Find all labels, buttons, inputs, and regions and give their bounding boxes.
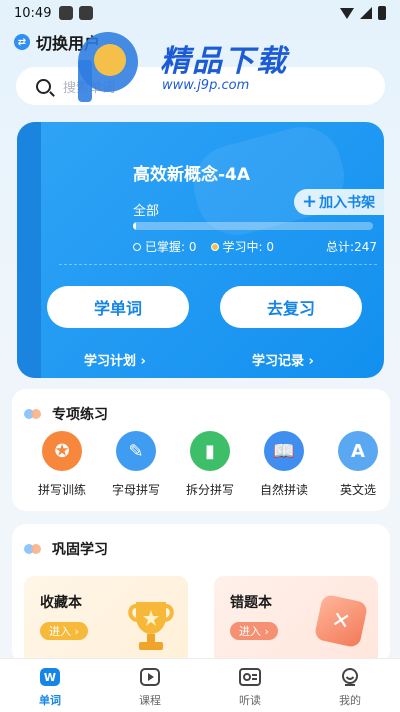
- nav-item-label: 课程: [139, 694, 161, 707]
- practice-item[interactable]: ✎ 字母拼写: [96, 431, 176, 498]
- progress-stats: 已掌握: 0 学习中: 0 总计:247: [133, 238, 377, 255]
- review-button[interactable]: 去复习: [220, 286, 362, 328]
- favorites-title: 收藏本: [40, 595, 82, 611]
- practice-section-title: 专项练习: [24, 404, 108, 424]
- watermark-title: 精品下载: [160, 44, 288, 79]
- scope-label: 全部: [133, 204, 160, 219]
- consolidate-title-text: 巩固学习: [52, 542, 108, 558]
- practice-item[interactable]: 📖 自然拼读: [244, 431, 324, 498]
- study-plan-link[interactable]: 学习计划 ›: [84, 350, 146, 369]
- progress-bar: [133, 222, 373, 230]
- total-count: 总计:247: [326, 240, 377, 254]
- section-dots-icon: [24, 409, 42, 419]
- wrong-x-icon: ✕: [313, 593, 369, 649]
- add-to-shelf-button[interactable]: + 加入书架: [294, 189, 384, 215]
- smile-icon: [339, 667, 361, 687]
- signal-icon: [360, 7, 372, 19]
- practice-item-label: 拼写训练: [37, 483, 86, 497]
- open-book-icon: 📖: [264, 431, 304, 471]
- nav-item-label: 单词: [39, 694, 61, 707]
- practice-item[interactable]: ▮ 拆分拼写: [170, 431, 250, 498]
- practice-section: 专项练习 ✪ 拼写训练 ✎ 字母拼写 ▮ 拆分拼写 📖 自然拼读 A 英文选: [12, 389, 390, 511]
- learning-count: 学习中: 0: [222, 240, 275, 254]
- battery-icon: [378, 6, 386, 20]
- practice-title-text: 专项练习: [52, 407, 108, 423]
- practice-item-label: 字母拼写: [111, 483, 160, 497]
- practice-item-label: 英文选: [339, 483, 376, 497]
- book-spine: [17, 122, 41, 378]
- svg-text:W: W: [44, 671, 56, 684]
- favorites-card[interactable]: 收藏本 进入 ›: [24, 576, 188, 664]
- practice-item-label: 拆分拼写: [185, 483, 234, 497]
- plus-icon: +: [302, 191, 318, 212]
- practice-item-label: 自然拼读: [259, 483, 308, 497]
- trophy-icon: [128, 602, 174, 650]
- mistakes-enter-button[interactable]: 进入 ›: [230, 622, 278, 640]
- learn-words-button[interactable]: 学单词: [47, 286, 189, 328]
- learning-dot-icon: [210, 242, 219, 251]
- user-switch-icon: ⇄: [14, 34, 30, 50]
- headphone-card-icon: [239, 667, 261, 687]
- nav-item-3[interactable]: 我的: [300, 659, 400, 712]
- section-dots-icon: [24, 544, 42, 554]
- letter-a-icon: A: [338, 431, 378, 471]
- status-time: 10:49: [14, 5, 52, 21]
- divider: [59, 264, 377, 265]
- medal-icon: ✪: [42, 431, 82, 471]
- book-title: 高效新概念-4A: [133, 165, 251, 185]
- notification-icon: [59, 6, 74, 20]
- nav-item-1[interactable]: 课程: [100, 659, 200, 712]
- play-icon: [139, 667, 161, 687]
- wifi-icon: [340, 7, 354, 19]
- watermark-logo: 精品下载 www.j9p.com: [68, 26, 328, 106]
- practice-item[interactable]: ✪ 拼写训练: [22, 431, 102, 498]
- watermark-url: www.j9p.com: [162, 78, 250, 93]
- mastered-count: 已掌握: 0: [145, 240, 197, 254]
- consolidate-section: 巩固学习 收藏本 进入 › 错题本 进入 › ✕: [12, 524, 390, 664]
- practice-items: ✪ 拼写训练 ✎ 字母拼写 ▮ 拆分拼写 📖 自然拼读 A 英文选: [12, 431, 390, 501]
- nav-item-0[interactable]: W 单词: [0, 659, 100, 712]
- consolidate-section-title: 巩固学习: [24, 539, 108, 559]
- study-record-link[interactable]: 学习记录 ›: [252, 350, 314, 369]
- mistakes-card[interactable]: 错题本 进入 › ✕: [214, 576, 378, 664]
- nav-item-label: 听读: [239, 694, 261, 707]
- search-icon: [36, 78, 51, 94]
- note-icon: ✎: [116, 431, 156, 471]
- notification-icon: [79, 6, 94, 20]
- practice-item[interactable]: A 英文选: [318, 431, 390, 498]
- current-book-card: 高效新概念-4A + 加入书架 全部 已掌握: 0 学习中: 0 总计:247 …: [17, 122, 384, 378]
- split-book-icon: ▮: [190, 431, 230, 471]
- nav-item-label: 我的: [339, 694, 361, 707]
- nav-item-2[interactable]: 听读: [200, 659, 300, 712]
- mastered-dot-icon: [133, 242, 141, 251]
- add-to-shelf-label: 加入书架: [319, 195, 376, 211]
- progress-fill: [133, 222, 136, 230]
- favorites-enter-button[interactable]: 进入 ›: [40, 622, 88, 640]
- word-w-icon: W: [39, 667, 61, 687]
- bottom-navigation: W 单词 课程 听读 我的: [0, 658, 400, 712]
- watermark-p-logo-icon: [78, 32, 138, 102]
- status-bar: 10:49: [0, 0, 400, 26]
- mistakes-title: 错题本: [230, 595, 272, 611]
